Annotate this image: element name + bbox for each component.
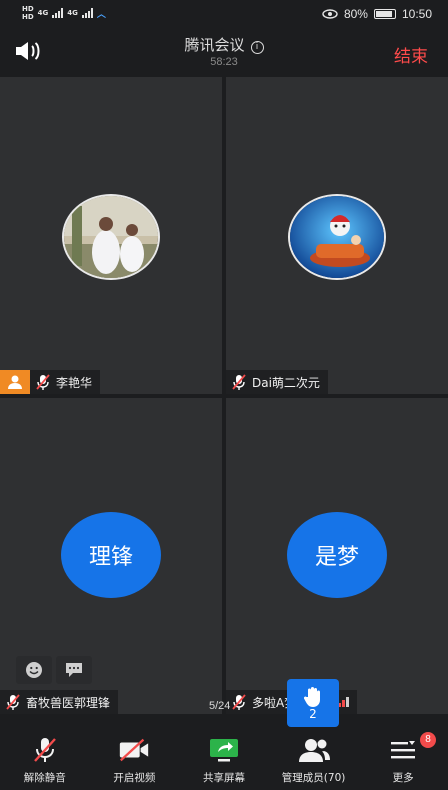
- mic-muted-icon: [232, 374, 246, 390]
- signal-icon: [52, 8, 64, 18]
- wifi-icon: ︿: [96, 9, 106, 20]
- participant-avatar: [62, 194, 160, 280]
- share-screen-icon: [209, 739, 238, 762]
- emoji-button[interactable]: [16, 656, 52, 684]
- chat-icon: [66, 663, 82, 677]
- end-meeting-button[interactable]: 结束: [394, 42, 428, 67]
- hd-indicator: HD: [22, 5, 34, 13]
- participant-name: 李艳华: [56, 375, 93, 390]
- share-screen-button[interactable]: 共享屏幕: [179, 728, 269, 790]
- more-label: 更多: [392, 772, 414, 784]
- more-button[interactable]: 更多 8: [358, 728, 448, 790]
- participant-nametag: 畜牧兽医郭理锋: [0, 690, 119, 714]
- eye-icon: [322, 9, 338, 19]
- participant-nametag: Dai萌二次元: [226, 370, 328, 394]
- page-indicator: 5/24: [209, 700, 231, 712]
- manage-members-label: 管理成员(70): [281, 772, 346, 784]
- participant-name: Dai萌二次元: [252, 375, 320, 390]
- participant-name: 畜牧兽医郭理锋: [26, 695, 111, 710]
- network-indicators: HD HD 4G 4G ︿: [22, 5, 106, 21]
- members-icon: [298, 739, 330, 762]
- mic-muted-icon: [232, 694, 246, 710]
- hand-icon: [303, 686, 320, 707]
- meeting-title-text: 腾讯会议: [184, 36, 245, 54]
- meeting-header: 腾讯会议 i 58:23 结束: [0, 30, 448, 74]
- raise-hand-count: 2: [309, 706, 317, 721]
- participant-tile[interactable]: 理锋 畜牧兽医郭理锋: [0, 398, 222, 714]
- mic-muted-icon: [6, 694, 20, 710]
- signal-strength-icon: [338, 697, 350, 707]
- manage-members-button[interactable]: 管理成员(70): [269, 728, 359, 790]
- clock: 10:50: [401, 7, 432, 21]
- participant-tile[interactable]: 李艳华: [0, 77, 222, 394]
- battery-percent: 80%: [343, 7, 368, 21]
- unmute-label: 解除静音: [23, 772, 66, 784]
- system-status: 80% 10:50: [322, 7, 432, 21]
- video-off-icon: [120, 738, 149, 762]
- meeting-timer: 58:23: [210, 56, 238, 68]
- mic-muted-icon: [33, 738, 56, 762]
- network-type: 4G: [37, 9, 49, 17]
- bottom-toolbar: 解除静音 开启视频 共享屏幕 管理成员(70) 更多 8: [0, 728, 448, 790]
- share-screen-label: 共享屏幕: [202, 772, 245, 784]
- unmute-button[interactable]: 解除静音: [0, 728, 90, 790]
- chat-button[interactable]: [56, 656, 92, 684]
- participant-tile[interactable]: Dai萌二次元: [226, 77, 448, 394]
- network-type: 4G: [67, 9, 78, 17]
- start-video-label: 开启视频: [113, 772, 156, 784]
- participant-avatar: 理锋: [61, 512, 161, 598]
- meeting-title[interactable]: 腾讯会议 i: [0, 34, 448, 55]
- chat-controls: [16, 656, 92, 684]
- status-bar: HD HD 4G 4G ︿ 80% 10:50: [0, 0, 448, 30]
- start-video-button[interactable]: 开启视频: [90, 728, 180, 790]
- raise-hand-button[interactable]: 2: [287, 679, 339, 727]
- hd-indicator: HD: [22, 13, 34, 21]
- emoji-icon: [26, 662, 42, 678]
- participant-tile[interactable]: 是梦 多啦A梦不是梦: [226, 398, 448, 714]
- signal-icon: [81, 8, 93, 18]
- info-icon[interactable]: i: [250, 41, 264, 54]
- battery-icon: [373, 9, 396, 19]
- mic-muted-icon: [36, 374, 50, 390]
- more-menu-icon: [391, 741, 416, 759]
- participant-avatar: [288, 194, 386, 280]
- notification-badge: 8: [419, 732, 436, 748]
- host-icon: [0, 370, 30, 394]
- participant-nametag: 李艳华: [0, 370, 101, 394]
- participant-avatar: 是梦: [287, 512, 387, 598]
